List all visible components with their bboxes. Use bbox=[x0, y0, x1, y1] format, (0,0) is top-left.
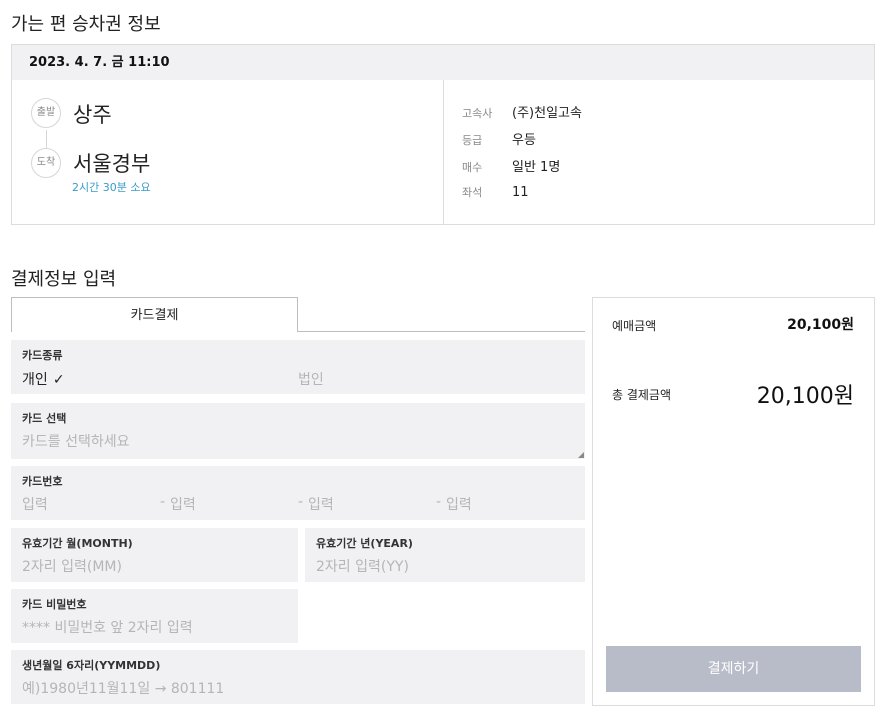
tab-card-payment[interactable]: 카드결제 bbox=[11, 297, 298, 332]
card-number-input-3[interactable]: 입력 bbox=[308, 494, 334, 514]
departure-datetime: 2023. 4. 7. 금 11:10 bbox=[12, 45, 874, 80]
card-number-field: 카드번호 입력 - 입력 - 입력 - 입력 bbox=[11, 466, 585, 520]
card-type-corporate-option[interactable]: 법인 bbox=[298, 369, 324, 389]
card-password-field[interactable]: 카드 비밀번호 **** 비밀번호 앞 2자리 입력 bbox=[11, 589, 298, 643]
tab-divider bbox=[298, 331, 585, 332]
ticket-info-box: 2023. 4. 7. 금 11:10 출발 상주 도착 서울경부 2시간 30… bbox=[11, 44, 875, 225]
total-amount-label: 총 결제금액 bbox=[612, 388, 672, 402]
expiry-month-placeholder: 2자리 입력(MM) bbox=[22, 559, 122, 575]
departure-badge: 출발 bbox=[31, 98, 61, 128]
birth-date-placeholder: 예)1980년11월11일 → 801111 bbox=[22, 681, 225, 697]
card-number-input-1[interactable]: 입력 bbox=[22, 494, 48, 514]
resize-handle-icon[interactable] bbox=[578, 452, 584, 458]
info-value: (주)천일고속 bbox=[512, 106, 582, 121]
info-value: 일반 1명 bbox=[512, 160, 561, 175]
route-panel: 출발 상주 도착 서울경부 2시간 30분 소요 bbox=[12, 80, 444, 224]
seat-row: 좌석 11 bbox=[462, 184, 529, 200]
travel-duration: 2시간 30분 소요 bbox=[72, 181, 151, 194]
card-number-separator: - bbox=[436, 494, 442, 510]
field-label: 카드번호 bbox=[22, 475, 63, 488]
field-label: 유효기간 년(YEAR) bbox=[316, 537, 413, 550]
birth-date-field[interactable]: 생년월일 6자리(YYMMDD) 예)1980년11월11일 → 801111 bbox=[11, 650, 585, 704]
card-number-separator: - bbox=[160, 494, 166, 510]
card-select-field[interactable]: 카드 선택 카드를 선택하세요 bbox=[11, 403, 585, 459]
info-label: 고속사 bbox=[462, 107, 493, 120]
field-label: 생년월일 6자리(YYMMDD) bbox=[22, 659, 161, 672]
card-number-separator: - bbox=[298, 494, 304, 510]
route-connector bbox=[46, 130, 47, 148]
pay-button[interactable]: 결제하기 bbox=[606, 646, 861, 692]
card-password-placeholder: **** 비밀번호 앞 2자리 입력 bbox=[22, 620, 193, 636]
departure-terminal: 상주 bbox=[73, 103, 112, 127]
info-label: 등급 bbox=[462, 134, 483, 147]
card-type-field: 카드종류 개인 ✓ 법인 bbox=[11, 340, 585, 394]
personal-label: 개인 bbox=[22, 372, 48, 388]
arrival-terminal: 서울경부 bbox=[73, 152, 151, 176]
info-value: 우등 bbox=[512, 133, 536, 148]
arrival-badge: 도착 bbox=[31, 148, 61, 178]
check-icon: ✓ bbox=[52, 372, 65, 388]
outbound-ticket-title: 가는 편 승차권 정보 bbox=[11, 14, 161, 35]
expiry-year-placeholder: 2자리 입력(YY) bbox=[316, 559, 409, 575]
info-value: 11 bbox=[512, 185, 529, 200]
card-number-input-2[interactable]: 입력 bbox=[170, 494, 196, 514]
expiry-year-field[interactable]: 유효기간 년(YEAR) 2자리 입력(YY) bbox=[305, 528, 585, 582]
ticket-detail-panel: 고속사 (주)천일고속 등급 우등 매수 일반 1명 좌석 11 bbox=[444, 80, 874, 224]
bus-company-row: 고속사 (주)천일고속 bbox=[462, 102, 582, 121]
total-amount-value: 20,100원 bbox=[756, 384, 854, 409]
info-label: 매수 bbox=[462, 161, 483, 174]
field-label: 카드종류 bbox=[22, 349, 63, 362]
expiry-month-field[interactable]: 유효기간 월(MONTH) 2자리 입력(MM) bbox=[11, 528, 298, 582]
count-row: 매수 일반 1명 bbox=[462, 156, 560, 175]
card-type-personal-option[interactable]: 개인 ✓ bbox=[22, 369, 65, 389]
reserve-amount-label: 예매금액 bbox=[612, 319, 657, 333]
payment-summary-panel: 예매금액 20,100원 총 결제금액 20,100원 결제하기 bbox=[592, 297, 875, 706]
field-label: 카드 비밀번호 bbox=[22, 598, 87, 611]
payment-info-title: 결제정보 입력 bbox=[11, 269, 117, 290]
field-label: 카드 선택 bbox=[22, 412, 67, 425]
reserve-amount-value: 20,100원 bbox=[787, 317, 854, 333]
card-select-placeholder: 카드를 선택하세요 bbox=[22, 434, 130, 450]
grade-row: 등급 우등 bbox=[462, 129, 536, 148]
info-label: 좌석 bbox=[462, 186, 483, 199]
field-label: 유효기간 월(MONTH) bbox=[22, 537, 133, 550]
card-number-input-4[interactable]: 입력 bbox=[446, 494, 472, 514]
